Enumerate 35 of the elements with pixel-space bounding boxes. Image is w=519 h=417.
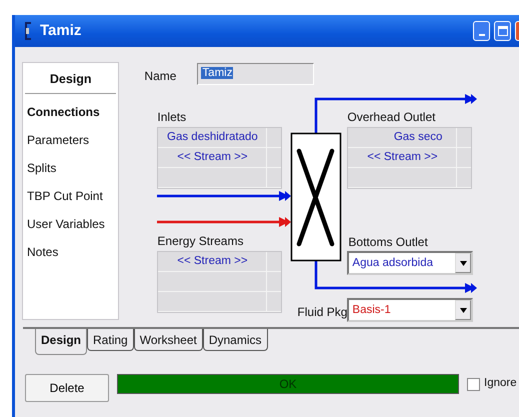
- nav-header: Design: [25, 63, 116, 94]
- nav-item[interactable]: TBP Cut Point: [23, 182, 118, 210]
- nav-item[interactable]: Notes: [23, 238, 118, 266]
- nav-item[interactable]: User Variables: [23, 210, 118, 238]
- stream-cell[interactable]: << Stream >>: [158, 252, 268, 271]
- name-label: Name: [144, 68, 176, 85]
- tab[interactable]: Rating: [87, 329, 134, 351]
- stream-cell[interactable]: Gas seco: [348, 128, 458, 147]
- ignored-label: Ignore: [484, 376, 517, 392]
- nav-item[interactable]: Connections: [23, 98, 118, 126]
- tab[interactable]: Worksheet: [134, 329, 203, 351]
- ignored-checkbox[interactable]: [467, 378, 480, 390]
- stream-cell[interactable]: << Stream >>: [158, 148, 268, 167]
- window-title: Tamiz: [40, 20, 82, 41]
- app-icon: [23, 22, 32, 40]
- delete-button[interactable]: Delete: [25, 374, 109, 402]
- nav-item[interactable]: Parameters: [23, 126, 118, 154]
- name-field[interactable]: Tamiz: [197, 63, 314, 85]
- dropdown-arrow-icon: [460, 260, 467, 266]
- bottoms-outlet-label: Bottoms Outlet: [348, 234, 428, 251]
- minimize-button[interactable]: [473, 21, 490, 41]
- energy-streams-label: Energy Streams: [157, 233, 244, 250]
- maximize-button[interactable]: [494, 21, 511, 41]
- inlets-label: Inlets: [157, 109, 186, 126]
- stream-cell[interactable]: << Stream >>: [348, 148, 458, 167]
- status-bar: OK: [117, 374, 459, 394]
- tab[interactable]: Dynamics: [202, 329, 268, 351]
- overhead-outlet-label: Overhead Outlet: [347, 109, 436, 126]
- fluid-pkg-label: Fluid Pkg: [297, 304, 348, 321]
- bottoms-outlet-dropdown[interactable]: Agua adsorbida: [347, 251, 474, 275]
- tab[interactable]: Design: [35, 329, 88, 355]
- nav-item[interactable]: Splits: [23, 154, 118, 182]
- stream-cell[interactable]: Gas deshidratado: [158, 128, 268, 147]
- fluid-pkg-dropdown[interactable]: Basis-1: [347, 298, 474, 322]
- dropdown-arrow-icon: [460, 308, 467, 312]
